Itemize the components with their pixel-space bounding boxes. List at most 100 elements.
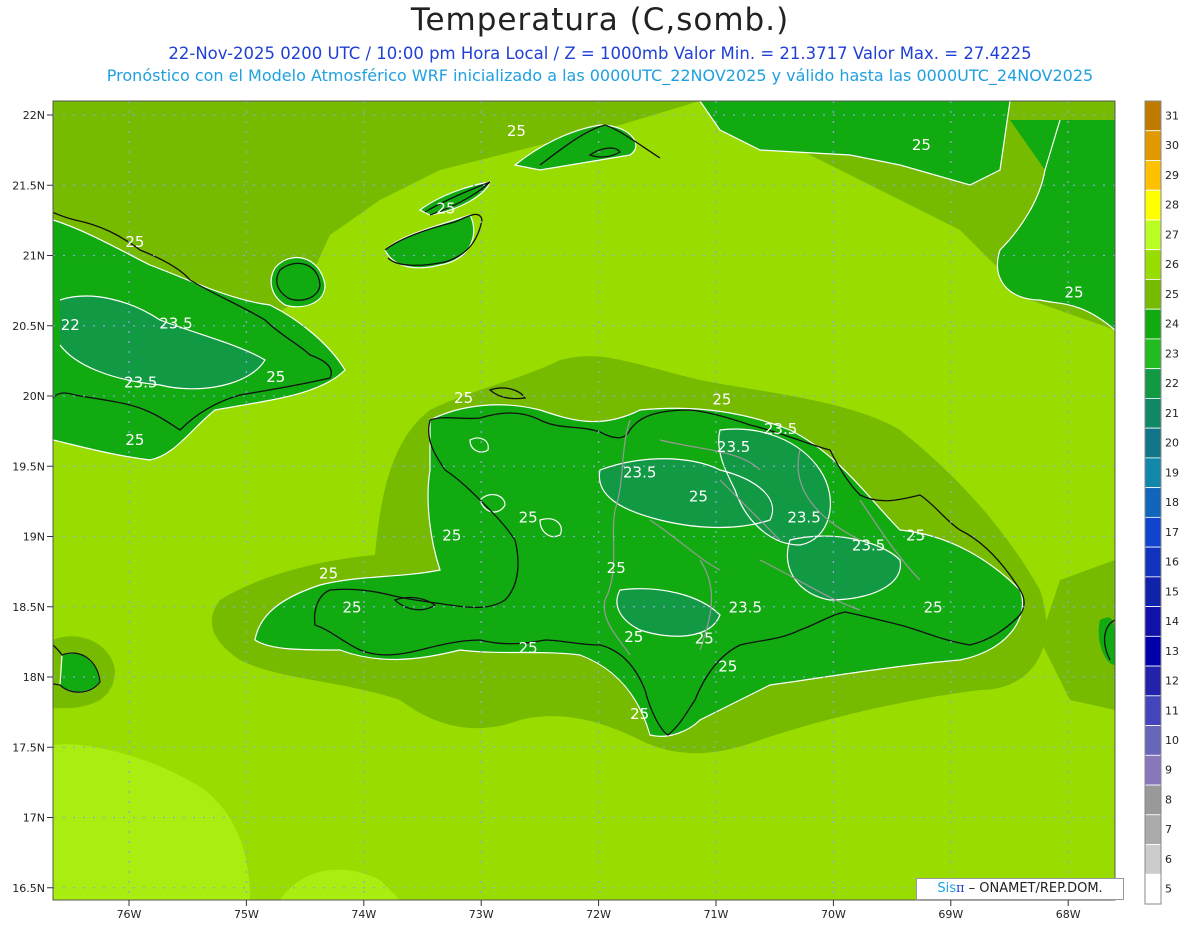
colorbar-label: 6 bbox=[1165, 853, 1172, 866]
colorbar-swatch bbox=[1144, 784, 1162, 816]
colorbar-swatch bbox=[1144, 695, 1162, 726]
colorbar-swatch bbox=[1144, 754, 1162, 786]
colorbar-swatch bbox=[1144, 279, 1162, 310]
contour-label: 25 bbox=[125, 431, 144, 449]
colorbar-swatch bbox=[1144, 308, 1162, 340]
credit-brand: Sis bbox=[937, 881, 956, 896]
contour-label: 25 bbox=[607, 559, 626, 577]
lon-tick-label: 70W bbox=[821, 908, 846, 921]
contour-label: 23.5 bbox=[717, 438, 750, 456]
contour-label: 23.5 bbox=[787, 508, 820, 526]
colorbar-swatch bbox=[1144, 487, 1162, 518]
colorbar-swatch bbox=[1144, 725, 1162, 756]
colorbar-label: 5 bbox=[1165, 883, 1172, 896]
colorbar-label: 28 bbox=[1165, 199, 1179, 212]
contour-label: 25 bbox=[924, 598, 943, 616]
lat-tick-label: 17.5N bbox=[12, 741, 45, 754]
lat-axis: 22N 21.5N 21N 20.5N 20N 19.5N 19N 18.5N 18N 17.5N… bbox=[12, 109, 53, 895]
colorbar-swatch bbox=[1144, 665, 1162, 697]
lon-tick-label: 76W bbox=[117, 908, 142, 921]
contour-label: 25 bbox=[689, 487, 708, 505]
colorbar-swatch bbox=[1144, 189, 1162, 221]
colorbar-label: 19 bbox=[1165, 466, 1179, 479]
temperature-map: 22N 21.5N 21N 20.5N 20N 19.5N 19N 18.5N 18N 17.5N… bbox=[12, 100, 1179, 921]
colorbar-label: 9 bbox=[1165, 764, 1172, 777]
lat-tick-label: 19N bbox=[23, 531, 45, 544]
colorbar-label: 23 bbox=[1165, 347, 1179, 360]
colorbar-swatch bbox=[1144, 457, 1162, 489]
colorbar-label: 13 bbox=[1165, 645, 1179, 658]
colorbar-label: 20 bbox=[1165, 437, 1179, 450]
lon-tick-label: 72W bbox=[586, 908, 611, 921]
lon-tick-label: 75W bbox=[234, 908, 259, 921]
lat-tick-label: 19.5N bbox=[12, 460, 45, 473]
colorbar-label: 14 bbox=[1165, 615, 1179, 628]
colorbar-swatch bbox=[1144, 338, 1162, 370]
contour-label: 25 bbox=[519, 508, 538, 526]
contour-label: 25 bbox=[266, 368, 285, 386]
credit-text: – ONAMET/REP.DOM. bbox=[964, 881, 1103, 896]
lon-tick-label: 73W bbox=[469, 908, 494, 921]
colorbar-label: 21 bbox=[1165, 407, 1179, 420]
colorbar-swatch bbox=[1144, 873, 1162, 905]
colorbar-label: 12 bbox=[1165, 675, 1179, 688]
lat-tick-label: 16.5N bbox=[12, 882, 45, 895]
contour-label: 25 bbox=[630, 705, 649, 723]
colorbar-label: 30 bbox=[1165, 139, 1179, 152]
contour-label: 23.5 bbox=[623, 463, 656, 481]
contour-label: 25 bbox=[1065, 284, 1084, 302]
lon-tick-label: 71W bbox=[704, 908, 729, 921]
lat-tick-label: 20.5N bbox=[12, 320, 45, 333]
contour-label: 25 bbox=[454, 389, 473, 407]
colorbar-label: 22 bbox=[1165, 377, 1179, 390]
pi-logo-icon: π bbox=[955, 881, 965, 896]
contour-label: 25 bbox=[695, 629, 714, 647]
contour-label: 25 bbox=[319, 565, 338, 583]
contour-label: 25 bbox=[436, 199, 455, 217]
colorbar-label: 25 bbox=[1165, 288, 1179, 301]
contour-label: 25 bbox=[624, 628, 643, 646]
colorbar-swatch bbox=[1144, 814, 1162, 845]
contour-label: 23.5 bbox=[764, 420, 797, 438]
colorbar-label: 11 bbox=[1165, 704, 1179, 717]
contour-label: 23.5 bbox=[729, 598, 762, 616]
colorbar-label: 29 bbox=[1165, 169, 1179, 182]
colorbar-label: 26 bbox=[1165, 258, 1179, 271]
contour-label: 25 bbox=[442, 527, 461, 545]
lat-tick-label: 18N bbox=[23, 671, 45, 684]
contour-label: 25 bbox=[125, 233, 144, 251]
contour-label: 25 bbox=[712, 390, 731, 408]
colorbar-swatch bbox=[1144, 160, 1162, 191]
colorbar-label: 15 bbox=[1165, 585, 1179, 598]
lat-tick-label: 18.5N bbox=[12, 601, 45, 614]
lat-tick-label: 20N bbox=[23, 390, 45, 403]
colorbar-swatch bbox=[1144, 844, 1162, 875]
lon-axis: 76W 75W 74W 73W 72W 71W 70W 69W 68W bbox=[117, 900, 1081, 921]
colorbar-swatch bbox=[1144, 516, 1162, 548]
lon-tick-label: 68W bbox=[1056, 908, 1081, 921]
colorbar-label: 17 bbox=[1165, 526, 1179, 539]
colorbar-swatch bbox=[1144, 368, 1162, 399]
colorbar-swatch bbox=[1144, 635, 1162, 667]
colorbar-label: 10 bbox=[1165, 734, 1179, 747]
colorbar-label: 31 bbox=[1165, 109, 1179, 122]
contour-label: 25 bbox=[343, 598, 362, 616]
colorbar-label: 18 bbox=[1165, 496, 1179, 509]
colorbar-swatch bbox=[1144, 130, 1162, 161]
credit-box: Sisπ – ONAMET/REP.DOM. bbox=[916, 878, 1124, 900]
contour-label: 23.5 bbox=[852, 537, 885, 555]
colorbar-label: 16 bbox=[1165, 556, 1179, 569]
contour-label: 25 bbox=[507, 122, 526, 140]
lon-tick-label: 74W bbox=[351, 908, 376, 921]
colorbar-swatch bbox=[1144, 219, 1162, 251]
colorbar-swatch bbox=[1144, 398, 1162, 429]
contour-label: 25 bbox=[718, 657, 737, 675]
colorbar-swatch bbox=[1144, 576, 1162, 607]
colorbar: 31 30 29 28 27 26 25 24 23 22 21 20 19 18 17 16 15 14 13 12… bbox=[1144, 100, 1179, 905]
colorbar-label: 24 bbox=[1165, 318, 1179, 331]
colorbar-label: 7 bbox=[1165, 823, 1172, 836]
contour-label: 23.5 bbox=[159, 315, 192, 333]
contour-label: 25 bbox=[906, 527, 925, 545]
colorbar-swatch bbox=[1144, 427, 1162, 459]
colorbar-swatch bbox=[1144, 249, 1162, 280]
